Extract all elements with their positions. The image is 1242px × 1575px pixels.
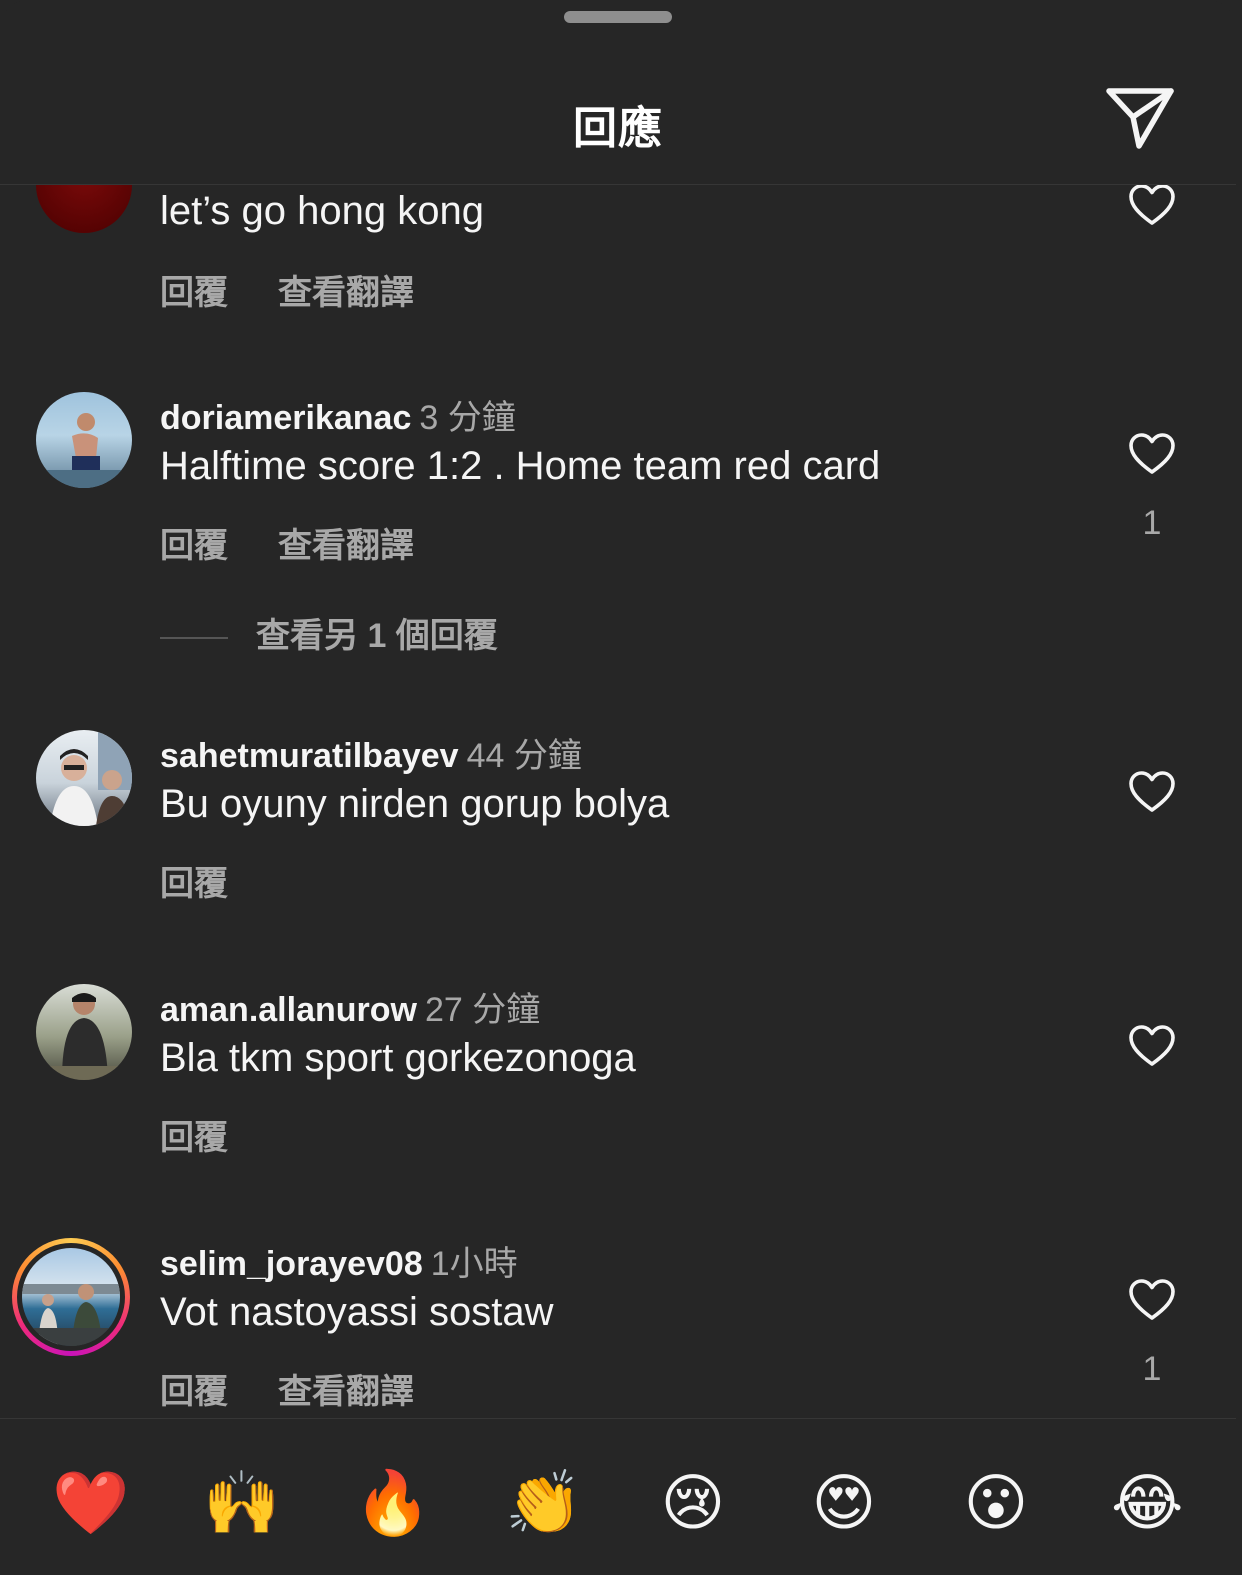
- comment-actions: 回覆 查看翻譯: [160, 1364, 414, 1413]
- reply-button[interactable]: 回覆: [160, 1119, 228, 1157]
- comment-actions: 回覆: [160, 856, 228, 905]
- avatar[interactable]: [36, 984, 132, 1080]
- view-more-replies-label: 查看另 1 個回覆: [256, 617, 498, 655]
- comment-meta: doriamerikanac 3 分鐘: [160, 390, 516, 439]
- heart-outline-icon[interactable]: [1128, 1278, 1176, 1322]
- comment-actions: 回覆: [160, 1110, 228, 1159]
- reply-button[interactable]: 回覆: [160, 1373, 228, 1411]
- comment-text: Bu oyuny nirden gorup bolya: [160, 782, 670, 826]
- reaction-crying-emoji[interactable]: 😢: [657, 1467, 729, 1539]
- heart-outline-icon[interactable]: [1128, 185, 1176, 227]
- reaction-fire-emoji[interactable]: 🔥: [354, 1467, 431, 1539]
- username[interactable]: selim_jorayev08: [160, 1245, 423, 1283]
- avatar-photo: [36, 413, 132, 488]
- avatar[interactable]: [36, 730, 132, 826]
- reaction-heart-eyes-emoji[interactable]: 😍: [808, 1467, 880, 1539]
- quick-reactions-bar: ❤️ 🙌 🔥 👏 😢 😍 😮 😂: [0, 1418, 1236, 1568]
- translate-button[interactable]: 查看翻譯: [278, 274, 414, 312]
- page-title: 回應: [573, 104, 663, 153]
- view-more-replies-button[interactable]: 查看另 1 個回覆: [160, 608, 498, 657]
- reaction-surprised-emoji[interactable]: 😮: [960, 1467, 1032, 1539]
- avatar-photo: [36, 993, 132, 1080]
- username[interactable]: sahetmuratilbayev: [160, 737, 459, 775]
- heart-outline-icon[interactable]: [1128, 1024, 1176, 1068]
- reply-button[interactable]: 回覆: [160, 865, 228, 903]
- comment-list[interactable]: let’s go hong kong 回覆 查看翻譯 doriamerikanac…: [0, 185, 1236, 1418]
- reaction-laughing-emoji[interactable]: 😂: [1111, 1467, 1183, 1539]
- comment-text: Bla tkm sport gorkezonoga: [160, 1036, 636, 1080]
- comment-text: Vot nastoyassi sostaw: [160, 1290, 554, 1334]
- like-count: 1: [1142, 1350, 1162, 1388]
- comment-meta: aman.allanurow 27 分鐘: [160, 982, 540, 1031]
- avatar[interactable]: [36, 392, 132, 488]
- translate-button[interactable]: 查看翻譯: [278, 527, 414, 565]
- avatar[interactable]: [36, 185, 132, 233]
- timestamp: 1小時: [430, 1245, 518, 1283]
- heart-outline-icon[interactable]: [1128, 770, 1176, 814]
- translate-button[interactable]: 查看翻譯: [278, 1373, 414, 1411]
- reaction-raising-hands-emoji[interactable]: 🙌: [203, 1467, 280, 1539]
- timestamp: 3 分鐘: [419, 399, 516, 437]
- comment-meta: sahetmuratilbayev 44 分鐘: [160, 728, 582, 777]
- sheet-header: 回應: [0, 40, 1236, 184]
- timestamp: 44 分鐘: [466, 737, 582, 775]
- reaction-clapping-emoji[interactable]: 👏: [505, 1467, 582, 1539]
- send-icon[interactable]: [1104, 84, 1176, 156]
- comment-text: let’s go hong kong: [160, 189, 484, 233]
- reply-button[interactable]: 回覆: [160, 527, 228, 565]
- story-ring[interactable]: [12, 1238, 130, 1356]
- reply-button[interactable]: 回覆: [160, 274, 228, 312]
- reaction-heart-emoji[interactable]: ❤️: [52, 1467, 129, 1539]
- like-count: 1: [1142, 504, 1162, 542]
- comment-meta: selim_jorayev08 1小時: [160, 1236, 518, 1285]
- avatar-photo: [50, 730, 132, 826]
- comment-text: Halftime score 1:2 . Home team red card: [160, 444, 881, 488]
- replies-divider: [160, 637, 228, 640]
- heart-outline-icon[interactable]: [1128, 432, 1176, 476]
- avatar-photo: [22, 1284, 120, 1346]
- comment-actions: 回覆 查看翻譯: [160, 518, 414, 567]
- header-divider: [0, 184, 1236, 185]
- sheet-grabber[interactable]: [564, 11, 672, 23]
- username[interactable]: aman.allanurow: [160, 991, 417, 1029]
- username[interactable]: doriamerikanac: [160, 399, 411, 437]
- avatar: [22, 1248, 120, 1346]
- comments-sheet: let’s go hong kong 回覆 查看翻譯 doriamerikanac…: [0, 0, 1236, 1568]
- comment-actions: 回覆 查看翻譯: [160, 265, 414, 314]
- timestamp: 27 分鐘: [424, 991, 541, 1029]
